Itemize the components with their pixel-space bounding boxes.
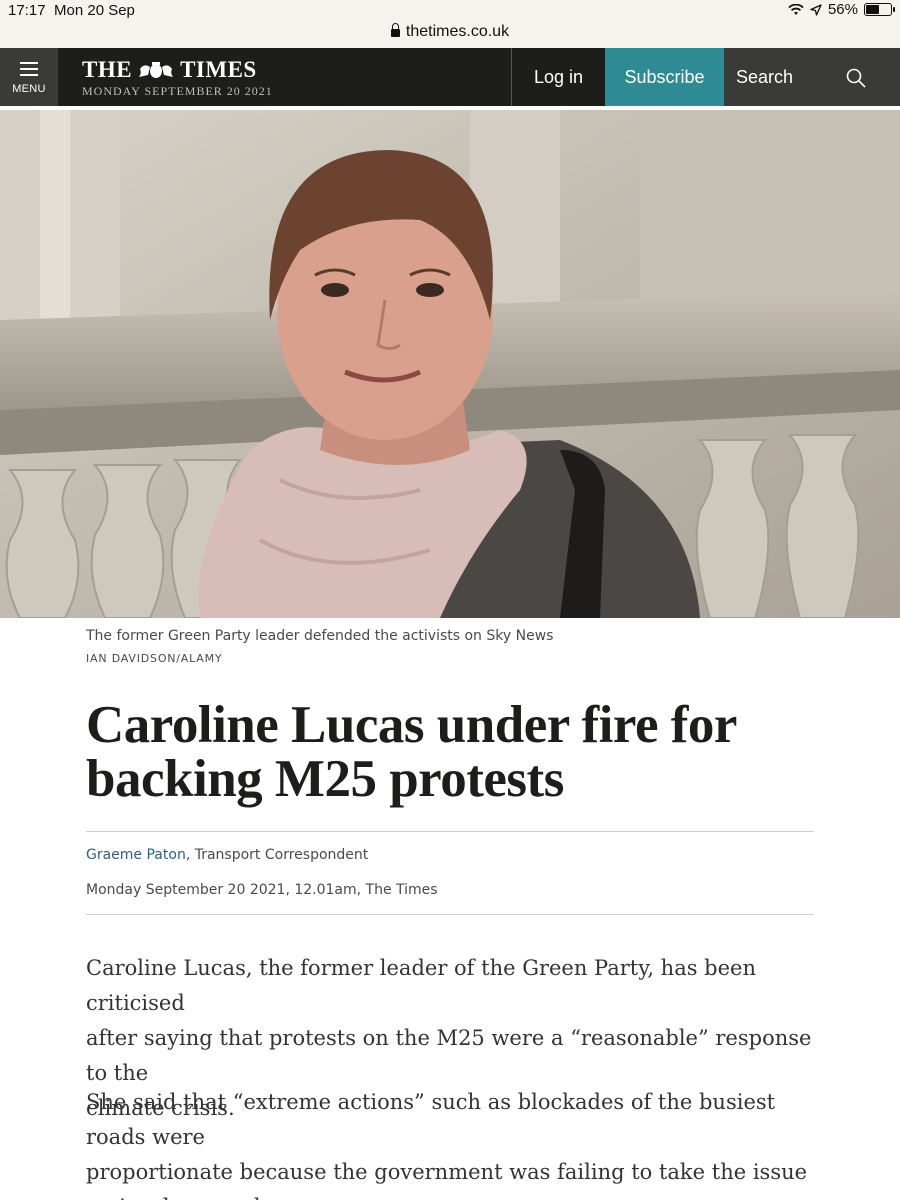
paragraph-line: after saying that protests on the M25 we… [86, 1026, 812, 1085]
paragraph-line: Caroline Lucas, the former leader of the… [86, 956, 756, 1015]
site-header: MENU THE TIMES MONDAY SEPTEMBER 20 2021 … [0, 48, 900, 106]
wifi-icon [788, 3, 804, 15]
menu-button[interactable]: MENU [0, 48, 58, 106]
search-button[interactable]: Search [724, 48, 900, 106]
location-arrow-icon [810, 3, 822, 16]
paragraph-line: proportionate because the government was… [86, 1160, 808, 1184]
paragraph-line: seriously enough. [86, 1190, 826, 1200]
publish-date: Monday September 20 2021, 12.01am, The T… [86, 882, 438, 898]
author-role: , Transport Correspondent [185, 847, 369, 863]
lock-icon [390, 23, 400, 37]
battery-icon [864, 3, 895, 16]
search-label: Search [736, 67, 794, 87]
status-indicators: 56% [788, 1, 895, 18]
battery-percent: 56% [827, 1, 858, 18]
article-paragraph: She said that “extreme actions” such as … [86, 1085, 826, 1200]
masthead-dateline: MONDAY SEPTEMBER 20 2021 [82, 84, 273, 98]
address-bar[interactable]: thetimes.co.uk [0, 22, 900, 48]
author-link[interactable]: Graeme Paton [86, 847, 186, 863]
status-time: 17:17 [8, 2, 46, 19]
paragraph-line: She said that “extreme actions” such as … [86, 1090, 776, 1149]
battery-level [866, 5, 879, 14]
logo-wordmark: THE TIMES [82, 57, 273, 83]
masthead-logo[interactable]: THE TIMES MONDAY SEPTEMBER 20 2021 [82, 57, 273, 99]
royal-crest-icon [139, 62, 174, 78]
headline-line-2: backing M25 protests [86, 750, 564, 808]
byline: Graeme Paton, Transport Correspondent [86, 847, 368, 863]
logo-the: THE [82, 57, 133, 82]
subscribe-button[interactable]: Subscribe [605, 48, 724, 106]
portrait-photo [0, 110, 900, 618]
login-button[interactable]: Log in [511, 48, 605, 106]
hamburger-icon [20, 62, 38, 76]
status-date: Mon 20 Sep [54, 2, 135, 19]
status-bar: 17:17 Mon 20 Sep 56% [0, 0, 900, 22]
headline-line-1: Caroline Lucas under fire for [86, 696, 737, 754]
article-hero-photo [0, 110, 900, 618]
photo-credit: IAN DAVIDSON/ALAMY [86, 652, 223, 665]
menu-label: MENU [12, 83, 46, 95]
divider [86, 914, 814, 915]
divider [86, 831, 814, 832]
logo-times: TIMES [180, 57, 257, 82]
url-domain: thetimes.co.uk [405, 23, 510, 40]
photo-caption: The former Green Party leader defended t… [86, 628, 554, 644]
article-headline: Caroline Lucas under fire for backing M2… [86, 698, 806, 806]
search-icon [846, 68, 866, 88]
